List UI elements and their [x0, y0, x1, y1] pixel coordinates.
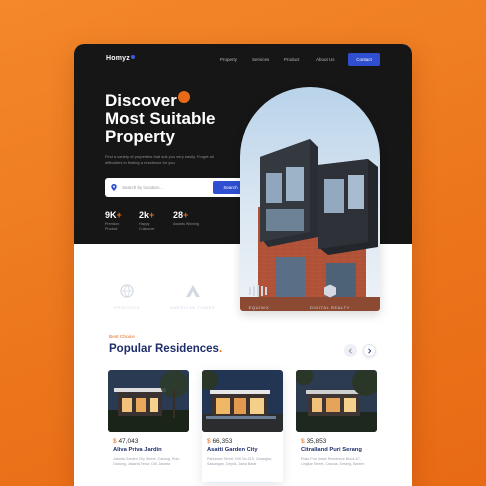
nav-links: Property Services Product About Us — [220, 57, 348, 62]
stat-customers: 2k+ Happy Customer — [139, 210, 155, 231]
hexagon-icon — [323, 284, 336, 298]
residence-card[interactable]: $ 35,853 Citralland Puri Serang Ruko Pur… — [296, 370, 377, 482]
section-title: Popular Residences. — [109, 343, 223, 355]
nav-link-property[interactable]: Property — [220, 57, 252, 62]
stat-awards: 28+ Awards Winning — [173, 210, 199, 226]
section-eyebrow: Best Choice — [109, 335, 135, 340]
residence-name: Citralland Puri Serang — [301, 447, 362, 453]
residence-name: Aliva Priva Jardin — [113, 447, 162, 453]
carousel-next-button[interactable] — [363, 344, 376, 357]
residence-photo — [296, 370, 377, 432]
residence-name: Asatti Garden City — [207, 447, 258, 453]
location-pin-icon — [111, 184, 117, 191]
hero-building-image — [240, 87, 380, 311]
globe-icon — [120, 284, 134, 298]
residence-address: Ruko Puri Indah Residence Block A7, Ling… — [301, 457, 365, 466]
hero-title: Discover Most Suitable Property — [105, 91, 216, 146]
carousel-prev-button[interactable] — [344, 344, 357, 357]
partner-equinix: EQUINIX — [246, 284, 272, 310]
bars-icon — [249, 285, 267, 297]
logo-dot-icon — [130, 55, 135, 59]
chevron-left-icon — [348, 347, 352, 354]
nav-link-services[interactable]: Services — [252, 57, 284, 62]
nav-link-about[interactable]: About Us — [316, 57, 348, 62]
search-bar: Search — [105, 178, 251, 197]
partner-digital-realty: DIGITAL REALTY — [310, 284, 350, 310]
residence-photo — [108, 370, 189, 432]
nav-link-product[interactable]: Product — [284, 57, 316, 62]
top-nav: Homyz Property Services Product About Us… — [74, 44, 412, 76]
residence-card[interactable]: $ 47,043 Aliva Priva Jardin Jakarta Gard… — [108, 370, 189, 482]
partner-prologis: PROLOGIS — [114, 284, 140, 310]
hero-stats: 9K+ Premium Product 2k+ Happy Customer 2… — [105, 210, 207, 231]
residence-card[interactable]: $ 66,353 Asatti Garden City Pahlawan Str… — [202, 370, 283, 482]
search-input[interactable] — [122, 183, 206, 192]
residence-address: Jakarta Garden City Street, Cakung. Pulo… — [113, 457, 180, 466]
contact-button[interactable]: Contact — [348, 53, 380, 66]
hero-subtitle: Find a variety of properties that suit y… — [105, 154, 214, 165]
residence-address: Pahlawan Street XVII No.215, Cinangka, S… — [207, 457, 272, 466]
brand-logo[interactable]: Homyz — [106, 55, 135, 62]
tower-icon — [185, 285, 200, 297]
partner-logos: PROLOGIS AMERICAN TOWER EQUINIX DIGITAL … — [74, 284, 412, 314]
stat-products: 9K+ Premium Product — [105, 210, 122, 231]
landing-page-frame: Homyz Property Services Product About Us… — [74, 44, 412, 486]
residence-photo — [202, 370, 283, 432]
chevron-right-icon — [368, 347, 372, 354]
partner-american-tower: AMERICAN TOWER — [170, 284, 215, 310]
